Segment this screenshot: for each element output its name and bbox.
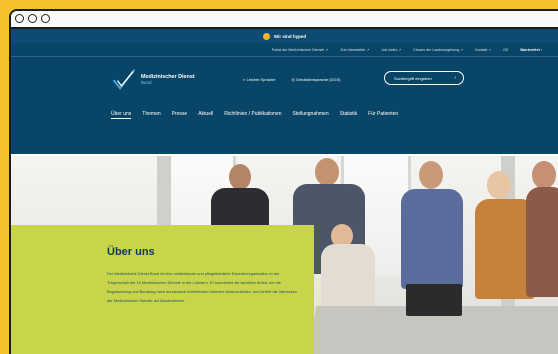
brand-text[interactable]: Medizinischer Dienst Bund — [141, 74, 195, 86]
window-close-button[interactable] — [15, 14, 24, 23]
meta-link-contact[interactable]: Kontakt ↗ — [475, 48, 491, 52]
nav-statistics[interactable]: Statistik — [340, 111, 358, 119]
main-navigation: Über uns Themen Presse Aktuell Richtlini… — [111, 111, 398, 119]
announcement-text: Wir sind hyped — [273, 33, 307, 39]
easy-language-link[interactable]: ◐ Leichte Sprache — [243, 77, 275, 82]
about-text: Der Medizinische Dienst Bund ist eine me… — [107, 271, 297, 303]
sign-language-link[interactable]: ◎ Gebärdensprache (DGS) — [291, 77, 340, 82]
nav-statements[interactable]: Stellungnahmen — [292, 111, 328, 119]
window-chrome — [11, 11, 558, 29]
meta-link-newsletter[interactable]: Zum Newsletter ↗ — [340, 48, 369, 52]
nav-guidelines[interactable]: Richtlinien / Publikationen — [224, 111, 281, 119]
nav-topics[interactable]: Themen — [142, 111, 160, 119]
search-icon[interactable]: › — [454, 75, 456, 81]
announcement-bar[interactable]: Wir sind hyped — [11, 29, 558, 43]
meta-navigation: Portal der Medizinischen Dienste ↗ Zum N… — [11, 43, 558, 57]
laptop — [406, 284, 462, 316]
nav-patients[interactable]: Für Patienten — [368, 111, 398, 119]
site-header: Portal der Medizinischen Dienste ↗ Zum N… — [11, 43, 558, 154]
nav-press[interactable]: Presse — [172, 111, 188, 119]
meta-link-portal[interactable]: Portal der Medizinischen Dienste ↗ — [272, 48, 329, 52]
window-maximize-button[interactable] — [41, 14, 50, 23]
quick-links: ◐ Leichte Sprache ◎ Gebärdensprache (DGS… — [243, 77, 341, 82]
about-panel: Über uns Der Medizinische Dienst Bund is… — [11, 225, 314, 354]
hero-image: Über uns Der Medizinische Dienst Bund is… — [11, 156, 558, 354]
meta-link-jobs[interactable]: Job-Index ↗ — [381, 48, 401, 52]
about-heading: Über uns — [107, 246, 155, 258]
nav-current[interactable]: Aktuell — [198, 111, 213, 119]
brand-line-2: Bund — [141, 80, 152, 86]
brand-row: Medizinischer Dienst Bund ◐ Leichte Spra… — [11, 57, 558, 102]
accessibility-link[interactable]: Barrierefrei › — [520, 48, 542, 52]
nav-about[interactable]: Über uns — [111, 111, 132, 119]
search-placeholder: Suchbegriff eingeben — [394, 75, 432, 81]
check-logo-icon[interactable] — [111, 67, 137, 93]
info-icon — [262, 32, 270, 40]
window-minimize-button[interactable] — [28, 14, 37, 23]
language-switch[interactable]: DE — [503, 48, 508, 52]
search-field[interactable]: Suchbegriff eingeben › — [384, 71, 464, 85]
meta-link-clowns[interactable]: Clowns der Landesregierung ↗ — [413, 48, 463, 52]
browser-window: Wir sind hyped Portal der Medizinischen … — [9, 9, 558, 354]
